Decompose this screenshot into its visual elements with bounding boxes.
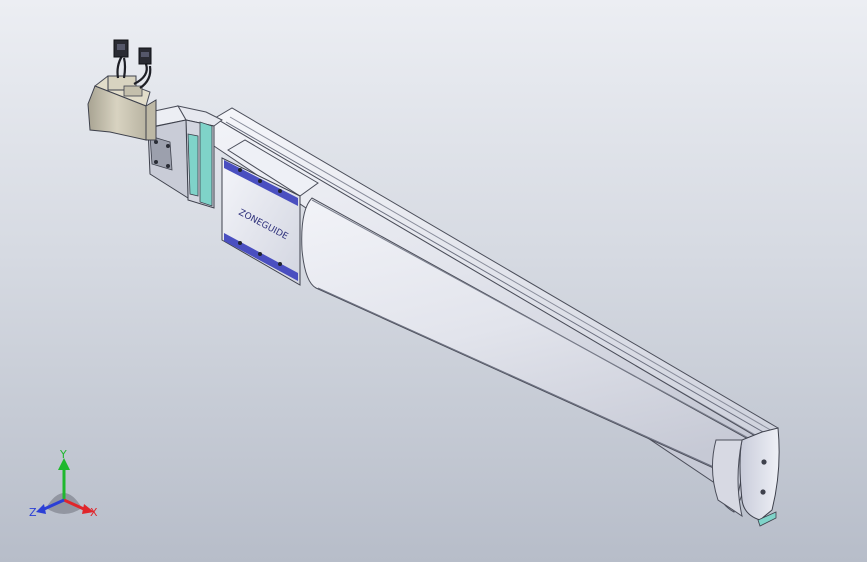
z-axis-label: Z: [29, 506, 37, 519]
end-cap[interactable]: [712, 427, 780, 527]
x-axis-label: X: [90, 506, 98, 519]
servo-motor[interactable]: [87, 75, 157, 141]
model-scene[interactable]: ZONEGUIDE Y X Z: [0, 0, 867, 562]
orientation-triad[interactable]: Y X Z: [29, 448, 98, 519]
graphics-viewport[interactable]: ZONEGUIDE Y X Z: [0, 0, 867, 562]
dust-cover[interactable]: [301, 197, 753, 513]
y-axis-label: Y: [59, 448, 67, 461]
end-cap-screw-hole: [761, 459, 767, 465]
z-axis-head-icon: [36, 504, 46, 514]
end-cap-screw-hole: [760, 489, 766, 495]
